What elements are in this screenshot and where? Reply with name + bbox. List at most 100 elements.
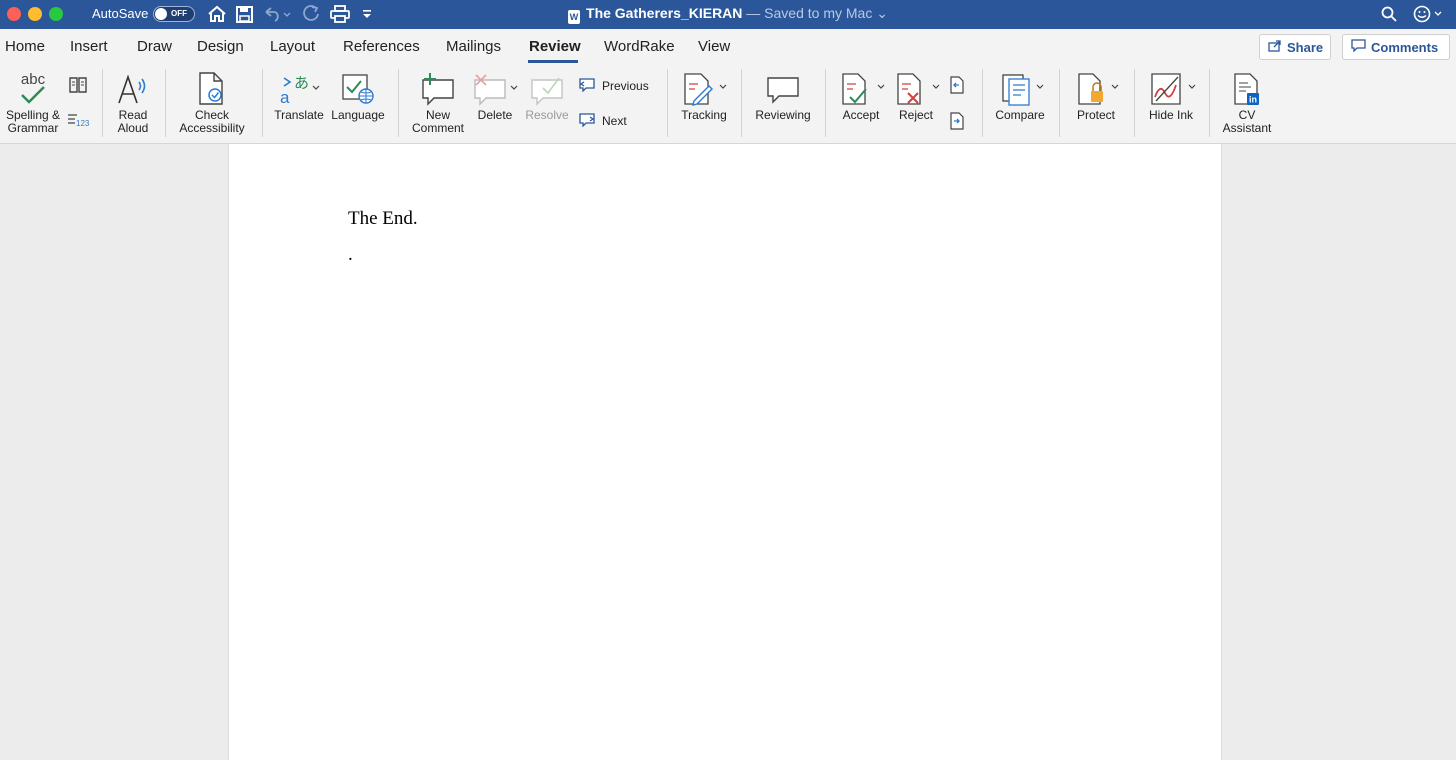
- thesaurus-book-icon: [68, 73, 88, 97]
- translate-label: Translate: [274, 108, 324, 122]
- svg-text:a: a: [280, 88, 290, 106]
- save-icon[interactable]: [234, 3, 254, 25]
- ribbon-tabs: Home Insert Draw Design Layout Reference…: [0, 29, 1456, 65]
- reject-change-icon: [892, 69, 940, 109]
- home-icon[interactable]: [206, 3, 228, 25]
- undo-icon[interactable]: [262, 3, 292, 25]
- accessibility-icon: [196, 69, 228, 109]
- tab-draw[interactable]: Draw: [137, 38, 172, 55]
- linkedin-resume-icon: in: [1230, 69, 1264, 109]
- delete-comment-button[interactable]: Delete: [469, 69, 521, 122]
- word-count-icon: 123: [67, 110, 89, 130]
- ribbon-separator: [982, 69, 983, 137]
- tab-home[interactable]: Home: [5, 38, 45, 55]
- tracking-label: Tracking: [681, 108, 727, 122]
- read-aloud-icon: [116, 69, 150, 109]
- next-comment-button[interactable]: Next: [578, 112, 627, 130]
- svg-text:in: in: [1249, 95, 1257, 105]
- maximize-window-button[interactable]: [49, 7, 63, 21]
- protect-label: Protect: [1076, 108, 1115, 122]
- ribbon-separator: [165, 69, 166, 137]
- share-button[interactable]: Share: [1259, 34, 1331, 60]
- tab-mailings[interactable]: Mailings: [446, 38, 501, 55]
- autosave-toggle[interactable]: OFF: [153, 6, 195, 22]
- autosave-state: OFF: [171, 9, 187, 18]
- previous-label: Previous: [602, 79, 649, 93]
- word-count-icon-text: 123: [76, 119, 89, 128]
- delete-label: Delete: [477, 108, 513, 122]
- compare-label: Compare: [995, 108, 1045, 122]
- previous-comment-icon: [578, 77, 596, 95]
- read-aloud-button[interactable]: Read Aloud: [110, 69, 156, 135]
- document-page[interactable]: The End. .: [228, 144, 1222, 760]
- language-label: Language: [331, 108, 385, 122]
- new-comment-icon: [420, 69, 456, 109]
- spelling-grammar-button[interactable]: abc Spelling & Grammar: [3, 69, 63, 135]
- document-paragraph[interactable]: .: [348, 244, 353, 266]
- check-accessibility-label: Check Accessibility: [179, 108, 245, 135]
- spelling-check-icon: abc: [17, 69, 49, 109]
- review-ribbon: abc Spelling & Grammar 123 Read Aloud Ch…: [0, 65, 1456, 144]
- reject-change-button[interactable]: Reject: [890, 69, 942, 122]
- comments-button[interactable]: Comments: [1342, 34, 1450, 60]
- feedback-smiley-icon[interactable]: [1412, 3, 1444, 25]
- ribbon-separator: [825, 69, 826, 137]
- tab-view[interactable]: View: [698, 38, 730, 55]
- tab-references[interactable]: References: [343, 38, 420, 55]
- next-change-icon: [948, 109, 966, 133]
- minimize-window-button[interactable]: [28, 7, 42, 21]
- reviewing-pane-icon: [765, 69, 801, 109]
- comment-icon: [1351, 39, 1366, 55]
- document-paragraph[interactable]: The End.: [348, 208, 418, 230]
- title-bar: AutoSave OFF W The Gatherers_KIERAN — Sav…: [0, 0, 1456, 29]
- customize-toolbar-icon[interactable]: [358, 3, 376, 25]
- previous-comment-button[interactable]: Previous: [578, 77, 649, 95]
- tab-insert[interactable]: Insert: [70, 38, 108, 55]
- resolve-comment-icon: [529, 69, 565, 109]
- tab-design[interactable]: Design: [197, 38, 244, 55]
- redo-icon[interactable]: [301, 3, 323, 25]
- ribbon-separator: [262, 69, 263, 137]
- cv-assistant-label: CV Assistant: [1222, 108, 1272, 135]
- document-canvas: The End. .: [0, 144, 1456, 760]
- comments-label: Comments: [1371, 39, 1439, 55]
- svg-text:あ: あ: [294, 75, 309, 92]
- next-comment-icon: [578, 112, 596, 130]
- compare-button[interactable]: Compare: [990, 69, 1050, 122]
- check-accessibility-button[interactable]: Check Accessibility: [172, 69, 252, 135]
- title-chevron-icon[interactable]: ⌄: [872, 5, 888, 21]
- delete-comment-icon: [472, 69, 518, 109]
- toggle-knob: [155, 8, 167, 20]
- search-icon[interactable]: [1378, 3, 1400, 25]
- hide-ink-button[interactable]: Hide Ink: [1142, 69, 1200, 122]
- active-tab-indicator: [528, 60, 578, 63]
- tracking-button[interactable]: Tracking: [676, 69, 732, 122]
- close-window-button[interactable]: [7, 7, 21, 21]
- spelling-grammar-label: Spelling & Grammar: [5, 108, 61, 135]
- language-globe-icon: [340, 69, 376, 109]
- spelling-icon-text: abc: [21, 71, 46, 88]
- next-change-button[interactable]: [946, 109, 968, 133]
- cv-assistant-button[interactable]: in CV Assistant: [1216, 69, 1278, 135]
- thesaurus-button[interactable]: [66, 73, 90, 97]
- accept-change-button[interactable]: Accept: [834, 69, 888, 122]
- accept-change-icon: [837, 69, 885, 109]
- tab-layout[interactable]: Layout: [270, 38, 315, 55]
- ribbon-separator: [398, 69, 399, 137]
- hide-ink-label: Hide Ink: [1148, 108, 1194, 122]
- ribbon-separator: [1134, 69, 1135, 137]
- previous-change-button[interactable]: [946, 73, 968, 97]
- tab-wordrake[interactable]: WordRake: [604, 38, 675, 55]
- language-button[interactable]: Language: [328, 69, 388, 122]
- share-label: Share: [1287, 39, 1324, 55]
- new-comment-button[interactable]: New Comment: [408, 69, 468, 135]
- reviewing-pane-button[interactable]: Reviewing: [750, 69, 816, 122]
- protect-button[interactable]: Protect: [1068, 69, 1124, 122]
- translate-button[interactable]: aあ Translate: [270, 69, 328, 122]
- tab-review[interactable]: Review: [529, 38, 581, 55]
- ribbon-separator: [741, 69, 742, 137]
- resolve-comment-button[interactable]: Resolve: [524, 69, 570, 122]
- word-count-button[interactable]: 123: [66, 110, 90, 130]
- reviewing-label: Reviewing: [755, 108, 811, 122]
- print-icon[interactable]: [328, 3, 352, 25]
